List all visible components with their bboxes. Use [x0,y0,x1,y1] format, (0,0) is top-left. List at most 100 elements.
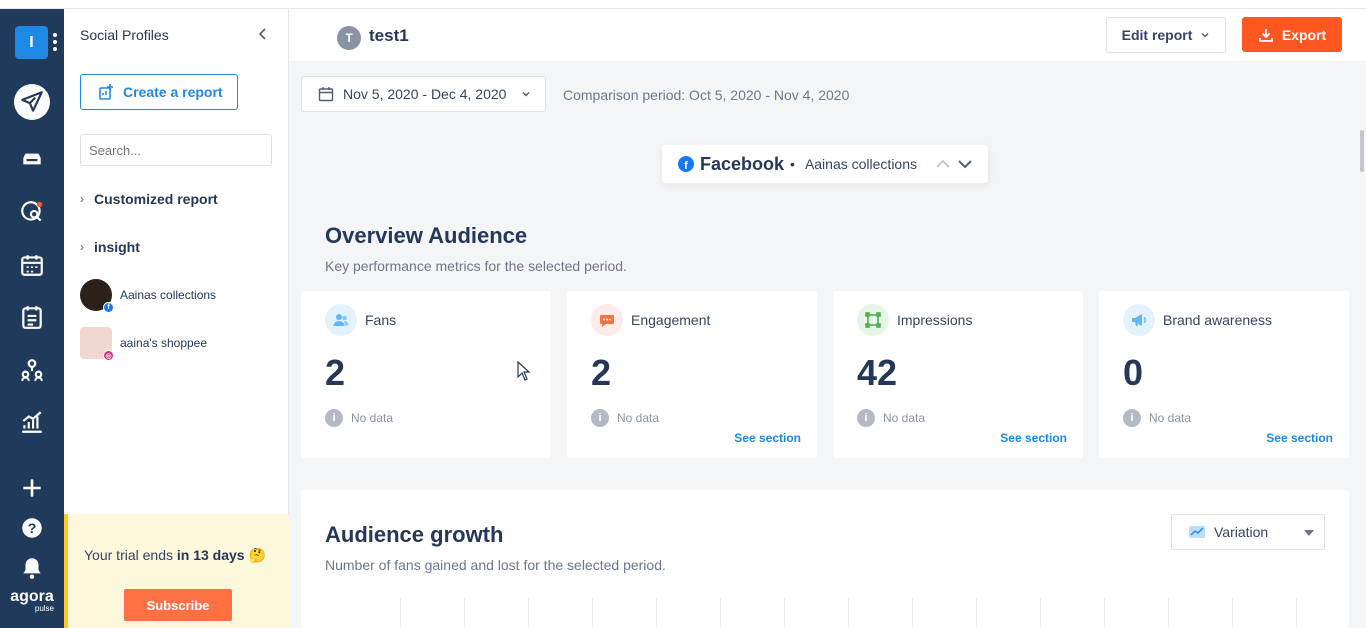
separator-dot: • [790,156,795,172]
chevron-down-icon [1201,32,1209,38]
scrollbar-thumb[interactable] [1360,130,1364,172]
chart-grid-line [400,598,401,628]
engagement-icon [591,304,623,336]
bell-icon[interactable] [14,550,50,586]
profile-aainas-collections[interactable]: f Aainas collections [80,279,217,313]
tree-item-insight[interactable]: › insight [80,239,140,255]
edit-report-button[interactable]: Edit report [1106,17,1226,53]
chart-grid-line [912,598,913,628]
tree-item-label: insight [94,239,140,255]
chart-grid-line [592,598,593,628]
chart-grid-line [528,598,529,628]
audience-growth-subtitle: Number of fans gained and lost for the s… [325,557,666,573]
metric-card-brand-awareness: Brand awareness 0 i No data See section [1099,291,1349,458]
chevron-down-icon [522,91,530,97]
trial-banner: Your trial ends in 13 days 🤔 Subscribe [64,514,289,628]
network-selector[interactable]: f Facebook • Aainas collections [662,145,988,183]
report-title: test1 [369,26,409,45]
workspace-menu-icon[interactable] [53,33,57,51]
thinking-emoji-icon: 🤔 [248,547,266,563]
impressions-icon [857,304,889,336]
inbox-icon[interactable] [14,141,50,177]
facebook-badge-icon: f [103,302,114,313]
avatar: T [337,26,361,50]
subscribe-button[interactable]: Subscribe [124,589,232,621]
facebook-icon: f [678,156,694,172]
metric-value: 42 [857,352,898,393]
team-icon[interactable] [14,352,50,388]
edit-report-label: Edit report [1121,27,1193,43]
plus-icon[interactable] [14,470,50,506]
metric-label: Impressions [897,312,973,328]
social-profiles-panel: Social Profiles Create a report › Custom… [64,9,289,628]
download-icon [1258,28,1273,42]
listening-icon[interactable] [14,194,50,230]
agorapulse-logo: agora pulse [10,588,54,613]
profile-name: aaina's shoppee [120,336,208,350]
date-range-picker[interactable]: Nov 5, 2020 - Dec 4, 2020 [301,76,546,112]
metric-note: i No data [1123,409,1191,427]
analytics-icon[interactable] [14,404,50,440]
avatar: f [80,279,114,313]
audience-growth-title: Audience growth [325,522,504,547]
instagram-badge-icon: ◎ [103,350,114,361]
mouse-cursor-icon [517,361,531,381]
info-icon: i [325,409,343,427]
see-section-link[interactable]: See section [1000,431,1067,445]
network-account: Aainas collections [804,156,917,172]
export-button[interactable]: Export [1242,17,1342,52]
info-icon: i [1123,409,1141,427]
network-name: Facebook [700,153,785,174]
create-report-button[interactable]: Create a report [80,74,238,110]
publish-icon[interactable] [14,84,50,120]
profile-aainas-shoppee[interactable]: ◎ aaina's shoppee [80,327,208,361]
chart-grid-line [1104,598,1105,628]
workspace-logo[interactable]: I [15,26,48,59]
metric-value: 2 [591,352,612,393]
overview-subtitle: Key performance metrics for the selected… [325,258,627,274]
variation-label: Variation [1214,524,1269,540]
info-icon: i [857,409,875,427]
tree-item-label: Customized report [94,191,218,207]
see-section-link[interactable]: See section [734,431,801,445]
metric-card-fans: Fans 2 i No data [301,291,551,458]
svg-text:?: ? [28,520,37,536]
profile-name: Aainas collections [120,288,217,302]
metric-value: 0 [1123,352,1144,393]
chart-grid-line [1232,598,1233,628]
brand-awareness-icon [1123,304,1155,336]
help-icon[interactable]: ? [14,510,50,546]
chevron-down-icon[interactable] [957,158,973,170]
metric-label: Brand awareness [1163,312,1272,328]
chart-grid-line [1168,598,1169,628]
metric-note: i No data [325,409,393,427]
profiles-search-input[interactable] [80,134,272,166]
report-header: T test1 Edit report Export [289,9,1366,61]
tree-item-customized-report[interactable]: › Customized report [80,191,218,207]
top-border [0,0,1366,9]
line-chart-icon [1189,526,1205,538]
chevron-up-icon[interactable] [935,158,951,170]
metric-card-engagement: Engagement 2 i No data See section [567,291,817,458]
overview-title: Overview Audience [325,223,528,248]
metric-note: i No data [591,409,659,427]
metric-card-impressions: Impressions 42 i No data See section [833,291,1083,458]
report-add-icon [99,84,113,100]
fans-icon [325,304,357,336]
caret-down-icon [1304,530,1314,536]
variation-dropdown[interactable]: Variation [1171,514,1325,550]
reports-icon[interactable] [14,299,50,335]
metric-value: 2 [325,352,346,393]
chart-grid-line [656,598,657,628]
chart-grid-line [784,598,785,628]
chart-grid-line [464,598,465,628]
see-section-link[interactable]: See section [1266,431,1333,445]
chart-grid-line [976,598,977,628]
avatar: ◎ [80,327,114,361]
collapse-panel-icon[interactable] [256,27,270,41]
calendar-icon[interactable] [14,247,50,283]
main-nav-rail: I ? agora pulse [0,9,64,628]
chart-grid-line [1040,598,1041,628]
calendar-icon [318,87,334,102]
chart-grid-line [848,598,849,628]
